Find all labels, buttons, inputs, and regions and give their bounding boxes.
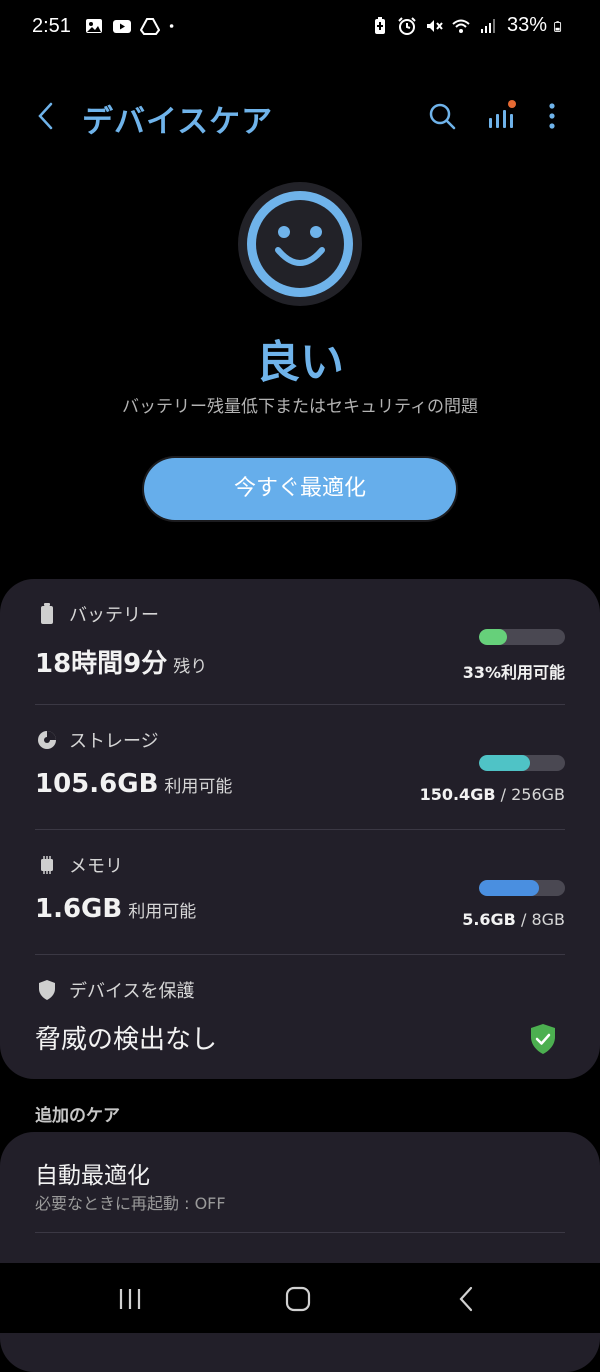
gallery-icon: [86, 19, 102, 33]
battery-label: バッテリー: [69, 605, 159, 626]
auto-optimize-title: 自動最適化: [35, 1163, 150, 1189]
nav-back-button[interactable]: [438, 1281, 494, 1317]
memory-label: メモリ: [69, 856, 123, 877]
recent-apps-icon: [119, 1289, 141, 1309]
storage-label: ストレージ: [69, 731, 159, 752]
alarm-icon: [398, 16, 416, 35]
app-bar: デバイスケア: [0, 86, 600, 146]
battery-meter-fill: [479, 629, 508, 645]
storage-caption-strong: 150.4GB: [419, 785, 496, 804]
optimize-now-button[interactable]: 今すぐ最適化: [144, 458, 456, 520]
status-time: 2:51: [32, 15, 71, 37]
additional-care-card: 自動最適化 必要なときに再起動 : OFF: [0, 1132, 600, 1372]
pie-chart-icon: [35, 728, 59, 752]
youtube-icon: [113, 20, 131, 33]
notification-dot: [508, 100, 516, 108]
more-options-button[interactable]: [530, 94, 574, 138]
storage-meter: [479, 755, 565, 771]
navigation-bar: [0, 1263, 600, 1333]
drive-icon: [140, 18, 160, 35]
memory-meter-fill: [479, 880, 540, 896]
stats-button[interactable]: [478, 94, 522, 138]
device-protection-section[interactable]: デバイスを保護 脅威の検出なし: [35, 955, 565, 1080]
storage-caption-rest: / 256GB: [495, 785, 565, 804]
battery-percent: 33%: [506, 14, 547, 36]
search-button[interactable]: [420, 94, 464, 138]
storage-meter-fill: [479, 755, 530, 771]
storage-caption: 150.4GB / 256GB: [420, 785, 565, 804]
smiley-face-icon: [247, 191, 353, 297]
auto-optimize-subtitle: 必要なときに再起動 : OFF: [35, 1194, 226, 1213]
memory-caption-rest: / 8GB: [515, 910, 565, 929]
back-button[interactable]: [24, 94, 68, 138]
storage-value-suffix: 利用可能: [164, 777, 233, 797]
wifi-icon: [452, 19, 470, 33]
home-icon: [285, 1286, 311, 1312]
page-title: デバイスケア: [82, 104, 274, 140]
protection-value: 脅威の検出なし: [35, 1025, 218, 1055]
battery-remaining: 18時間9分: [35, 649, 168, 679]
signal-icon: [480, 18, 495, 33]
battery-value: 18時間9分 残り: [35, 643, 207, 680]
memory-caption: 5.6GB / 8GB: [462, 910, 565, 929]
search-icon: [429, 103, 456, 130]
memory-meter: [479, 880, 565, 896]
shield-check-icon: [531, 1024, 555, 1054]
memory-value: 1.6GB 利用可能: [35, 894, 196, 924]
home-button[interactable]: [270, 1281, 326, 1317]
status-right-icons: 33%: [370, 14, 566, 37]
battery-value-suffix: 残り: [173, 657, 208, 677]
memory-section[interactable]: メモリ 1.6GB 利用可能 5.6GB / 8GB: [35, 830, 565, 955]
battery-caption: 33%利用可能: [463, 659, 565, 683]
status-heading: 良い: [256, 337, 344, 388]
memory-available: 1.6GB: [35, 894, 123, 924]
battery-icon: [35, 602, 59, 626]
mute-icon: [426, 19, 443, 32]
overview-card: バッテリー 18時間9分 残り 33%利用可能 ストレージ 105.6GB 利用可能: [0, 579, 600, 1079]
battery-icon: [554, 20, 562, 32]
memory-caption-strong: 5.6GB: [462, 910, 516, 929]
additional-care-heading: 追加のケア: [35, 1106, 120, 1126]
battery-section[interactable]: バッテリー 18時間9分 残り 33%利用可能: [35, 579, 565, 704]
shield-icon: [35, 978, 59, 1002]
recent-apps-button[interactable]: [102, 1281, 158, 1317]
protection-label: デバイスを保護: [69, 981, 195, 1002]
dot-icon: [169, 24, 174, 28]
memory-chip-icon: [35, 853, 59, 877]
battery-meter: [479, 629, 565, 645]
more-options-icon: [549, 103, 555, 129]
storage-section[interactable]: ストレージ 105.6GB 利用可能 150.4GB / 256GB: [35, 705, 565, 830]
status-bar: 2:51 33%: [0, 0, 600, 56]
status-left-icons: [84, 16, 180, 36]
memory-value-suffix: 利用可能: [128, 902, 197, 922]
status-face: [238, 182, 362, 306]
storage-value: 105.6GB 利用可能: [35, 769, 232, 799]
storage-available: 105.6GB: [35, 769, 159, 799]
back-arrow-icon: [459, 1286, 473, 1312]
status-detail: バッテリー残量低下またはセキュリティの問題: [122, 397, 478, 417]
battery-saver-icon: [374, 16, 385, 34]
battery-caption-strong: 33%利用可能: [462, 663, 565, 682]
divider: [35, 1232, 565, 1233]
chevron-left-icon: [38, 102, 53, 130]
